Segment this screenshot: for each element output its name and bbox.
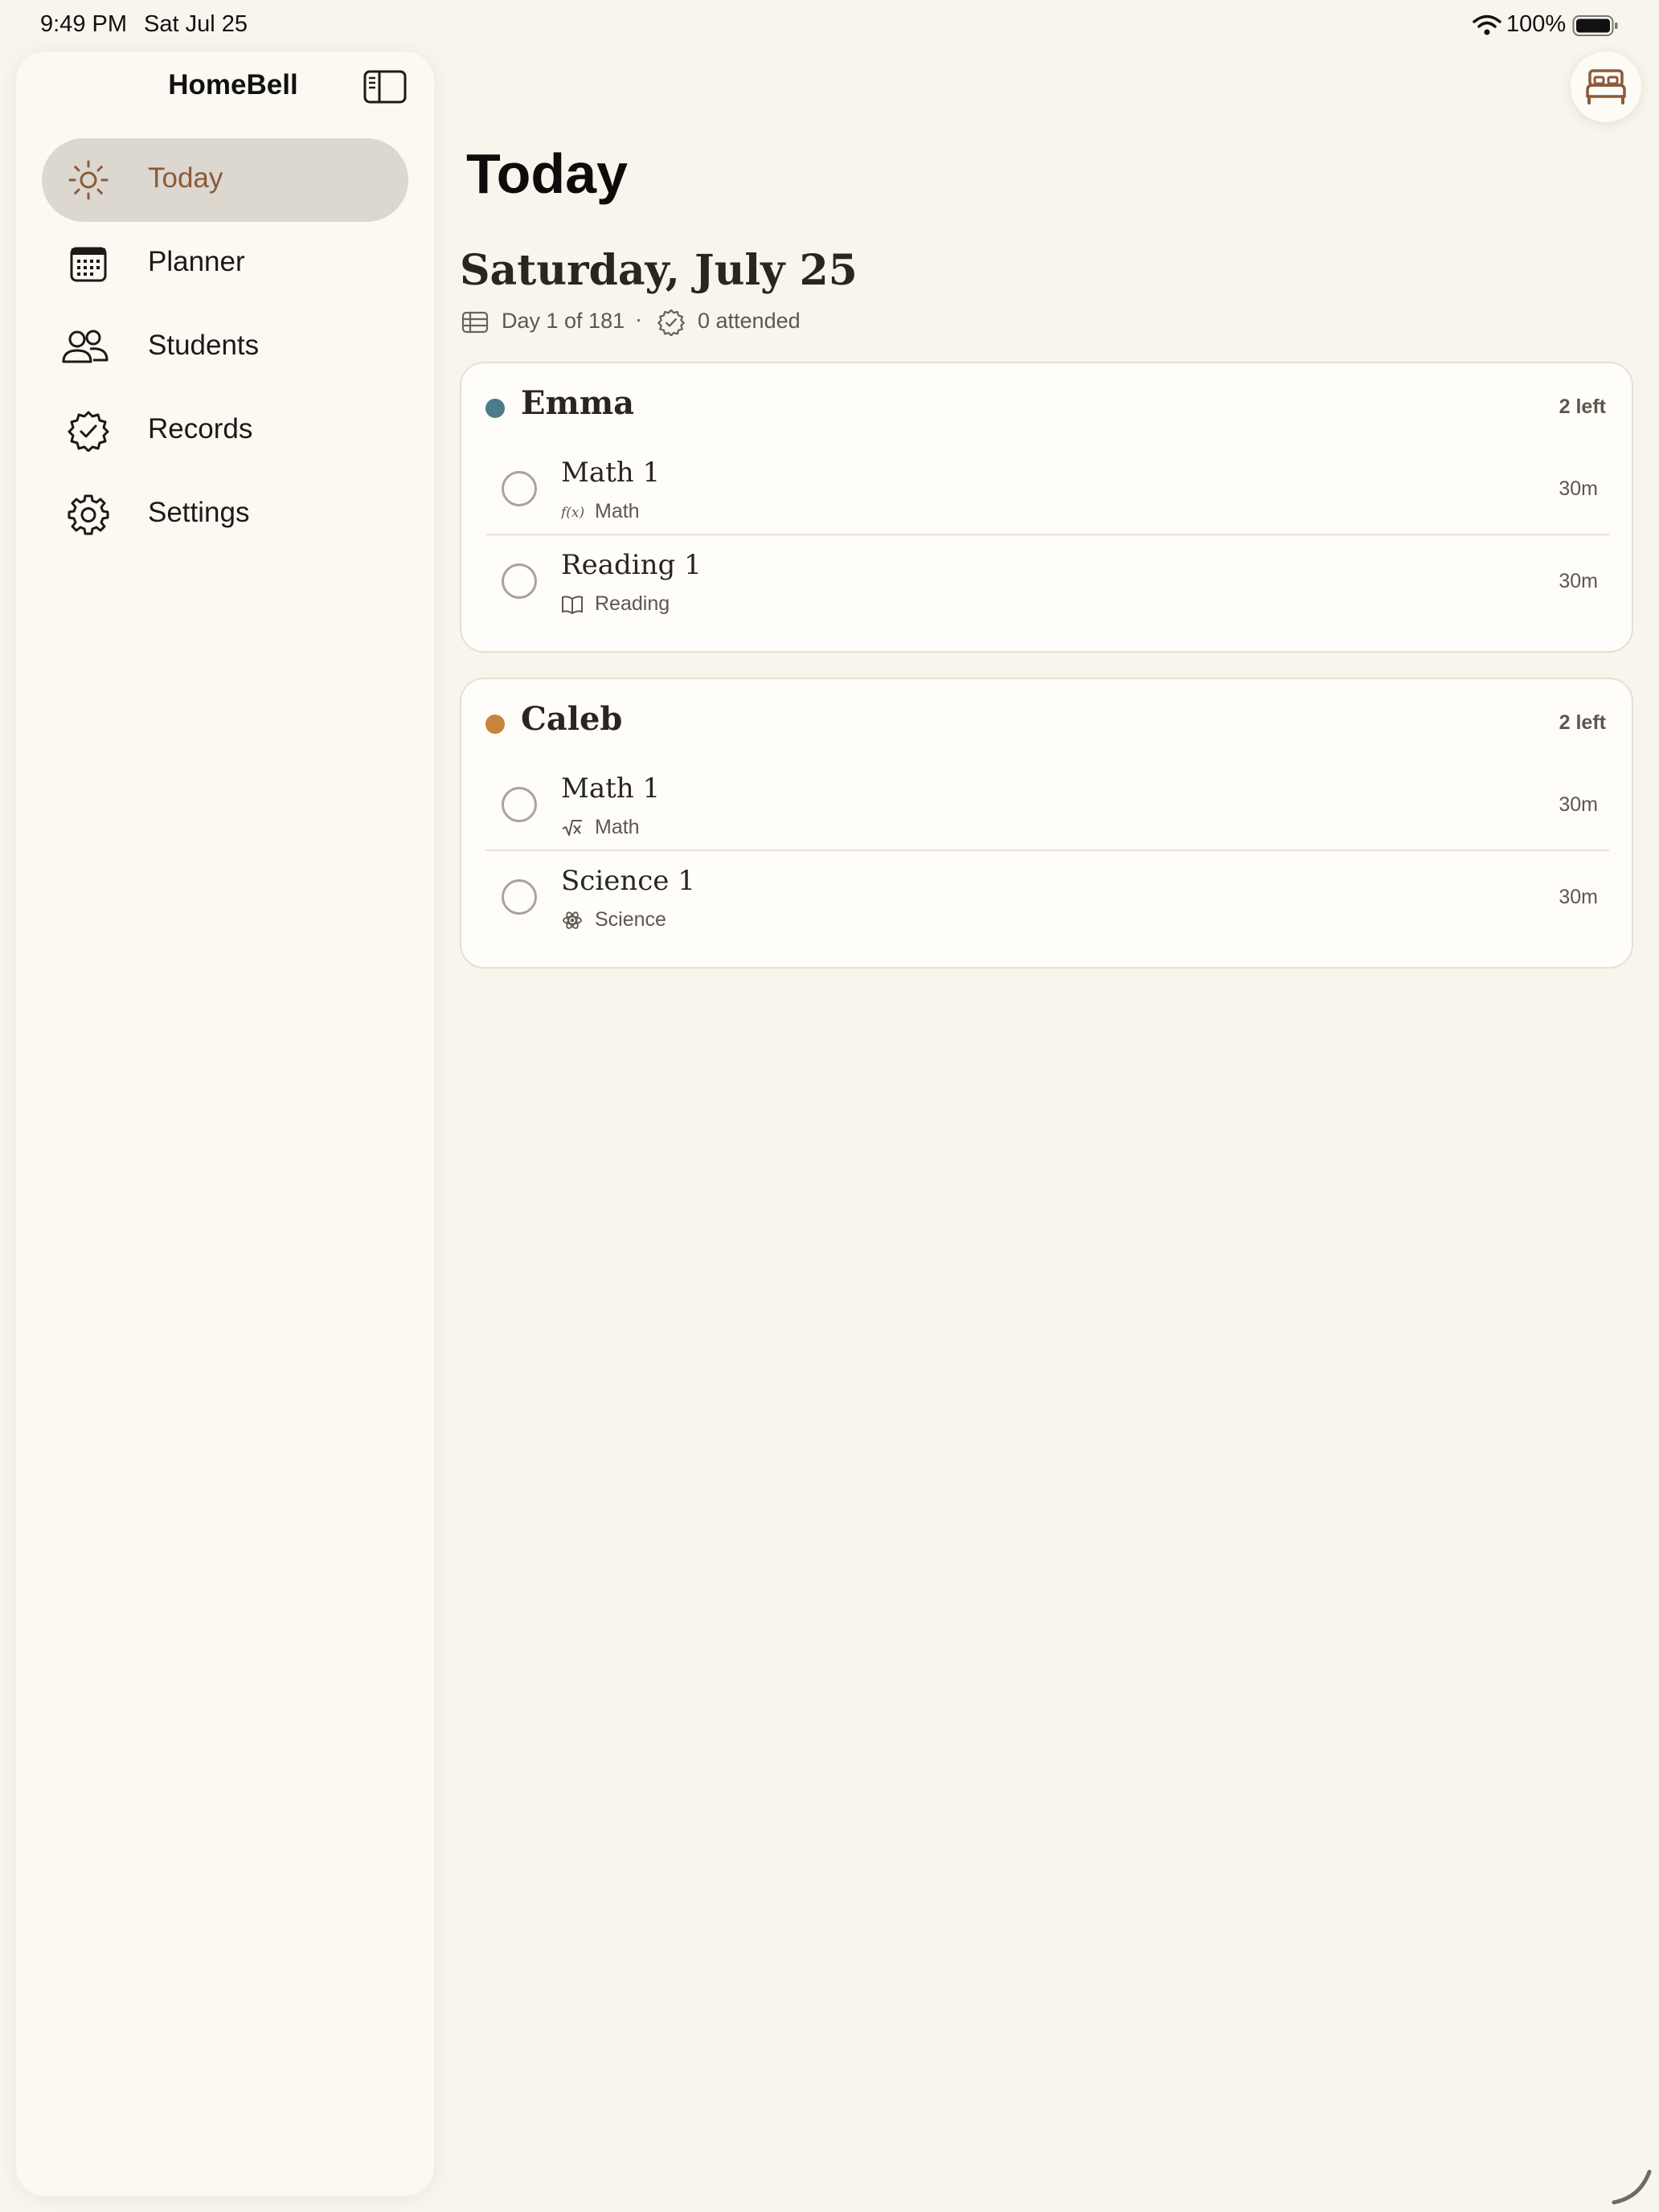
- sidebar-item-label: Records: [148, 413, 253, 444]
- function-icon: ƒ(x): [561, 505, 584, 521]
- status-bar: 9:49 PM Sat Jul 25 100%: [0, 0, 1659, 51]
- lesson-checkbox[interactable]: [502, 787, 537, 822]
- divider: [485, 850, 1609, 851]
- sidebar-toggle-icon[interactable]: [363, 69, 407, 104]
- lesson-duration: 30m: [1559, 793, 1598, 816]
- lesson-row[interactable]: Reading 1 Reading 30m: [485, 544, 1609, 636]
- student-color-dot: [485, 399, 505, 418]
- gear-icon: [68, 494, 109, 535]
- book-icon: [562, 596, 583, 615]
- sidebar-item-settings[interactable]: Settings: [42, 473, 408, 556]
- sidebar-item-label: Today: [148, 162, 223, 194]
- checkmark-seal-icon: [68, 411, 109, 452]
- lesson-checkbox[interactable]: [502, 471, 537, 506]
- meta-separator: ·: [635, 307, 642, 331]
- date-heading: Saturday, July 25: [460, 246, 858, 295]
- lesson-row[interactable]: Science 1 Science 30m: [485, 860, 1609, 952]
- lesson-title: Reading 1: [561, 549, 702, 581]
- lesson-subject: Reading: [595, 592, 670, 615]
- sidebar-item-label: Settings: [148, 497, 250, 528]
- attended-count: 0 attended: [698, 309, 801, 333]
- lesson-row[interactable]: Math 1 Math 30m: [485, 768, 1609, 859]
- page-title: Today: [466, 142, 628, 205]
- sidebar-item-records[interactable]: Records: [42, 389, 408, 473]
- lesson-subject: Math: [595, 816, 640, 838]
- lesson-checkbox[interactable]: [502, 563, 537, 599]
- day-progress: Day 1 of 181: [502, 309, 625, 333]
- calendar-list-icon: [461, 311, 489, 334]
- lesson-checkbox[interactable]: [502, 879, 537, 915]
- square-root-icon: [562, 820, 582, 836]
- battery-icon: [1572, 15, 1618, 36]
- calendar-icon: [70, 247, 107, 282]
- atom-icon: [563, 911, 582, 929]
- svg-text:ƒ(x): ƒ(x): [561, 505, 584, 521]
- student-name: Emma: [521, 384, 635, 422]
- lesson-duration: 30m: [1559, 570, 1598, 592]
- people-icon: [62, 330, 109, 363]
- lesson-title: Math 1: [561, 772, 661, 805]
- wifi-icon: [1473, 14, 1501, 35]
- lessons-left-count: 2 left: [1559, 395, 1606, 418]
- lesson-title: Math 1: [561, 457, 661, 489]
- divider: [485, 534, 1609, 535]
- lesson-duration: 30m: [1559, 477, 1598, 500]
- lesson-subject: Math: [595, 500, 640, 522]
- lesson-duration: 30m: [1559, 886, 1598, 908]
- status-date: Sat Jul 25: [144, 11, 248, 37]
- bedtime-button[interactable]: [1571, 51, 1641, 122]
- sidebar-item-label: Planner: [148, 246, 245, 277]
- checkmark-seal-icon: [657, 309, 685, 336]
- student-card-caleb: Caleb 2 left Math 1 Math 30m Science 1 S…: [460, 678, 1633, 969]
- student-name: Caleb: [521, 700, 623, 738]
- sidebar: HomeBell Today Planner Students Records …: [16, 51, 434, 2196]
- lessons-left-count: 2 left: [1559, 711, 1606, 734]
- sidebar-item-planner[interactable]: Planner: [42, 222, 408, 305]
- student-card-emma: Emma 2 left Math 1 ƒ(x) Math 30m Reading…: [460, 362, 1633, 653]
- sidebar-item-label: Students: [148, 330, 260, 361]
- sidebar-item-today[interactable]: Today: [42, 138, 408, 222]
- bed-icon: [1586, 69, 1626, 104]
- battery-percent: 100%: [1506, 11, 1567, 37]
- sidebar-item-students[interactable]: Students: [42, 305, 408, 389]
- resize-handle-icon[interactable]: [1608, 2162, 1653, 2207]
- sun-icon: [68, 160, 109, 200]
- status-time: 9:49 PM: [40, 11, 127, 37]
- lesson-row[interactable]: Math 1 ƒ(x) Math 30m: [485, 452, 1609, 543]
- student-color-dot: [485, 715, 505, 734]
- lesson-title: Science 1: [561, 865, 695, 897]
- lesson-subject: Science: [595, 908, 666, 931]
